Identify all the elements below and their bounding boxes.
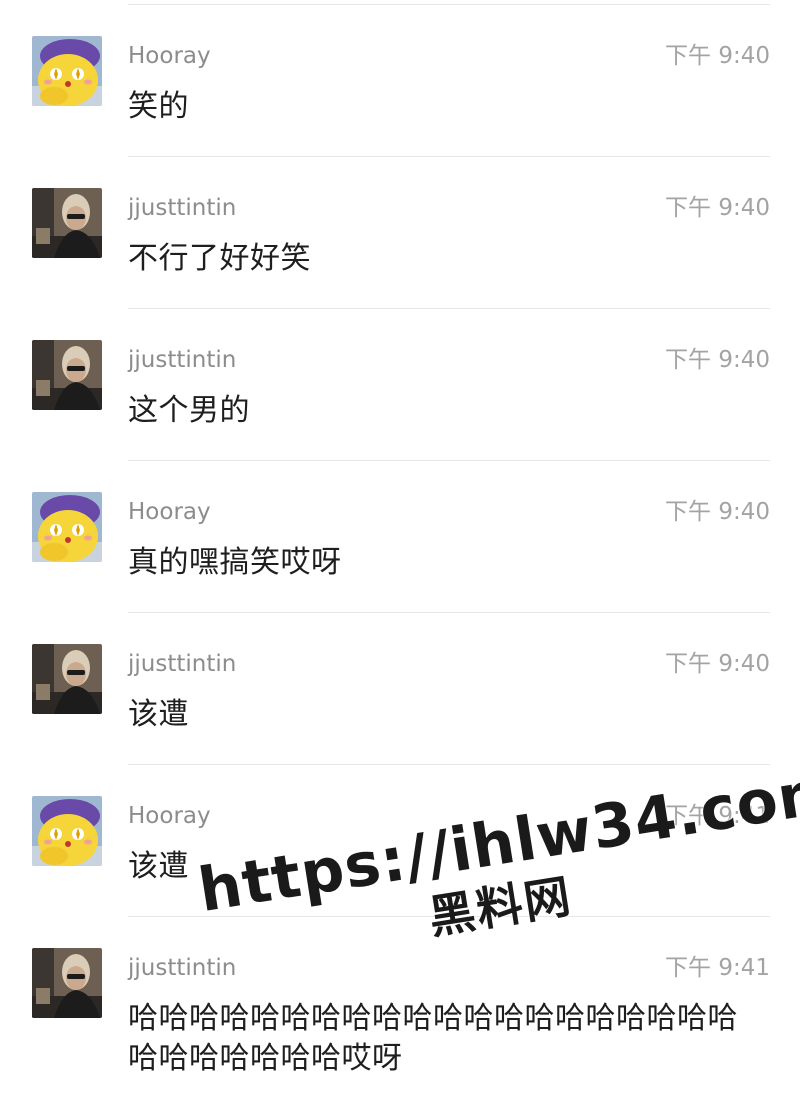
sender-name[interactable]: jjusttintin xyxy=(128,345,236,375)
message-text: 哈哈哈哈哈哈哈哈哈哈哈哈哈哈哈哈哈哈哈哈哈哈哈哈哈哈哈哎呀 xyxy=(128,1001,738,1076)
sender-name[interactable]: Hooray xyxy=(128,41,211,71)
person-photo-avatar[interactable] xyxy=(32,340,102,410)
message-item[interactable]: jjusttintin 下午 9:40 不行了好好笑 xyxy=(0,157,800,309)
sender-name[interactable]: jjusttintin xyxy=(128,953,236,983)
person-photo-avatar[interactable] xyxy=(32,644,102,714)
message-item[interactable]: jjusttintin 下午 9:41 哈哈哈哈哈哈哈哈哈哈哈哈哈哈哈哈哈哈哈哈… xyxy=(0,917,800,1098)
sender-name[interactable]: jjusttintin xyxy=(128,649,236,679)
person-photo-avatar[interactable] xyxy=(32,188,102,258)
cartoon-character-avatar[interactable] xyxy=(32,36,102,106)
message-time: 下午 9:40 xyxy=(665,651,770,677)
message-text: 笑的 xyxy=(128,89,189,124)
sender-name[interactable]: jjusttintin xyxy=(128,193,236,223)
message-item[interactable]: Hooray 下午 9:41 该遭 xyxy=(0,765,800,917)
cartoon-character-avatar[interactable] xyxy=(32,492,102,562)
message-item[interactable]: jjusttintin 下午 9:40 这个男的 xyxy=(0,309,800,461)
message-time: 下午 9:41 xyxy=(665,803,770,829)
sender-name[interactable]: Hooray xyxy=(128,497,211,527)
message-time: 下午 9:41 xyxy=(665,955,770,981)
message-text: 真的嘿搞笑哎呀 xyxy=(128,545,342,580)
message-time: 下午 9:40 xyxy=(665,43,770,69)
message-time: 下午 9:40 xyxy=(665,499,770,525)
message-text: 这个男的 xyxy=(128,393,250,428)
message-time: 下午 9:40 xyxy=(665,347,770,373)
message-text: 该遭 xyxy=(128,697,189,732)
message-text: 不行了好好笑 xyxy=(128,241,311,276)
sender-name[interactable]: Hooray xyxy=(128,801,211,831)
cartoon-character-avatar[interactable] xyxy=(32,796,102,866)
message-time: 下午 9:40 xyxy=(665,195,770,221)
message-text: 该遭 xyxy=(128,849,189,884)
message-item[interactable]: jjusttintin 下午 9:40 该遭 xyxy=(0,613,800,765)
message-item[interactable]: Hooray 下午 9:40 真的嘿搞笑哎呀 xyxy=(0,461,800,613)
person-photo-avatar[interactable] xyxy=(32,948,102,1018)
message-item[interactable]: Hooray 下午 9:40 笑的 xyxy=(0,5,800,157)
